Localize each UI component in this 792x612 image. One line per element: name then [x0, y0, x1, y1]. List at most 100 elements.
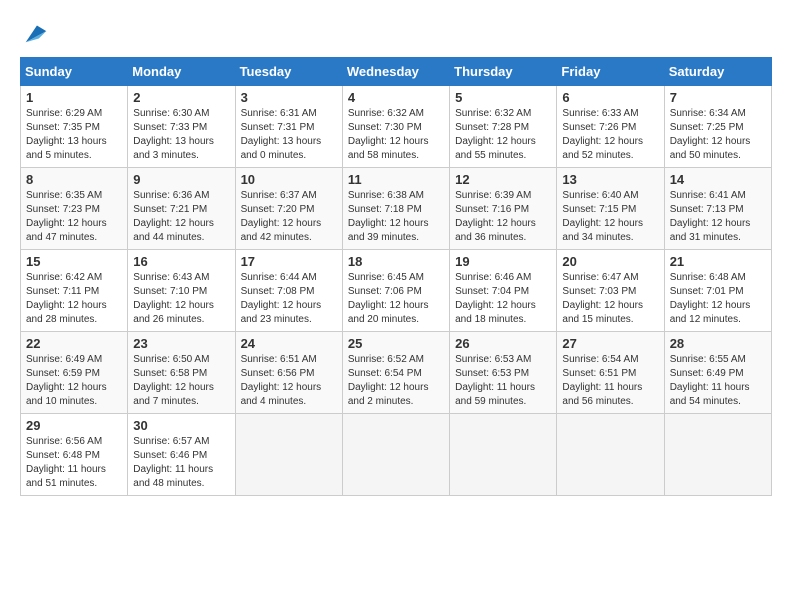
day-number: 5: [455, 90, 551, 105]
header: [20, 18, 772, 47]
day-info: Sunrise: 6:49 AM Sunset: 6:59 PM Dayligh…: [26, 353, 122, 409]
day-info: Sunrise: 6:46 AM Sunset: 7:04 PM Dayligh…: [455, 271, 551, 327]
day-cell: 21 Sunrise: 6:48 AM Sunset: 7:01 PM Dayli…: [664, 250, 771, 332]
day-cell: 25Sunrise: 6:52 AM Sunset: 6:54 PM Dayli…: [342, 332, 449, 414]
day-cell: 1 Sunrise: 6:29 AM Sunset: 7:35 PM Daylig…: [21, 86, 128, 168]
day-number: 21: [670, 254, 766, 269]
day-info: Sunrise: 6:50 AM Sunset: 6:58 PM Dayligh…: [133, 353, 229, 409]
day-cell: 3 Sunrise: 6:31 AM Sunset: 7:31 PM Daylig…: [235, 86, 342, 168]
day-cell: 24 Sunrise: 6:51 AM Sunset: 6:56 PM Dayli…: [235, 332, 342, 414]
weekday-header-friday: Friday: [557, 58, 664, 86]
day-cell: 23 Sunrise: 6:50 AM Sunset: 6:58 PM Dayli…: [128, 332, 235, 414]
day-cell: 20Sunrise: 6:47 AM Sunset: 7:03 PM Dayli…: [557, 250, 664, 332]
day-cell: 7 Sunrise: 6:34 AM Sunset: 7:25 PM Daylig…: [664, 86, 771, 168]
day-number: 25: [348, 336, 444, 351]
day-info: Sunrise: 6:36 AM Sunset: 7:21 PM Dayligh…: [133, 189, 229, 245]
day-cell: 30 Sunrise: 6:57 AM Sunset: 6:46 PM Dayli…: [128, 414, 235, 496]
day-cell: 4Sunrise: 6:32 AM Sunset: 7:30 PM Daylig…: [342, 86, 449, 168]
day-number: 17: [241, 254, 337, 269]
day-number: 19: [455, 254, 551, 269]
day-info: Sunrise: 6:32 AM Sunset: 7:28 PM Dayligh…: [455, 107, 551, 163]
day-number: 29: [26, 418, 122, 433]
day-info: Sunrise: 6:51 AM Sunset: 6:56 PM Dayligh…: [241, 353, 337, 409]
day-info: Sunrise: 6:33 AM Sunset: 7:26 PM Dayligh…: [562, 107, 658, 163]
day-info: Sunrise: 6:55 AM Sunset: 6:49 PM Dayligh…: [670, 353, 766, 409]
day-number: 16: [133, 254, 229, 269]
logo: [20, 18, 50, 47]
day-info: Sunrise: 6:45 AM Sunset: 7:06 PM Dayligh…: [348, 271, 444, 327]
day-number: 7: [670, 90, 766, 105]
day-cell: [235, 414, 342, 496]
day-cell: 8 Sunrise: 6:35 AM Sunset: 7:23 PM Daylig…: [21, 168, 128, 250]
logo-icon: [22, 18, 50, 46]
day-cell: 18 Sunrise: 6:45 AM Sunset: 7:06 PM Dayli…: [342, 250, 449, 332]
logo-text: [20, 18, 50, 51]
day-number: 13: [562, 172, 658, 187]
day-info: Sunrise: 6:29 AM Sunset: 7:35 PM Dayligh…: [26, 107, 122, 163]
day-number: 11: [348, 172, 444, 187]
day-info: Sunrise: 6:37 AM Sunset: 7:20 PM Dayligh…: [241, 189, 337, 245]
week-row-5: 29 Sunrise: 6:56 AM Sunset: 6:48 PM Dayli…: [21, 414, 772, 496]
day-cell: 17Sunrise: 6:44 AM Sunset: 7:08 PM Dayli…: [235, 250, 342, 332]
day-cell: 2 Sunrise: 6:30 AM Sunset: 7:33 PM Daylig…: [128, 86, 235, 168]
day-info: Sunrise: 6:56 AM Sunset: 6:48 PM Dayligh…: [26, 435, 122, 491]
day-number: 27: [562, 336, 658, 351]
page: SundayMondayTuesdayWednesdayThursdayFrid…: [0, 0, 792, 506]
day-number: 20: [562, 254, 658, 269]
day-info: Sunrise: 6:48 AM Sunset: 7:01 PM Dayligh…: [670, 271, 766, 327]
day-cell: 26Sunrise: 6:53 AM Sunset: 6:53 PM Dayli…: [450, 332, 557, 414]
day-number: 3: [241, 90, 337, 105]
day-number: 15: [26, 254, 122, 269]
day-info: Sunrise: 6:30 AM Sunset: 7:33 PM Dayligh…: [133, 107, 229, 163]
weekday-header-wednesday: Wednesday: [342, 58, 449, 86]
week-row-4: 22Sunrise: 6:49 AM Sunset: 6:59 PM Dayli…: [21, 332, 772, 414]
day-info: Sunrise: 6:35 AM Sunset: 7:23 PM Dayligh…: [26, 189, 122, 245]
day-number: 2: [133, 90, 229, 105]
day-cell: [664, 414, 771, 496]
weekday-header-sunday: Sunday: [21, 58, 128, 86]
day-cell: 19 Sunrise: 6:46 AM Sunset: 7:04 PM Dayli…: [450, 250, 557, 332]
day-number: 30: [133, 418, 229, 433]
weekday-header-thursday: Thursday: [450, 58, 557, 86]
day-cell: 16 Sunrise: 6:43 AM Sunset: 7:10 PM Dayli…: [128, 250, 235, 332]
day-cell: 14 Sunrise: 6:41 AM Sunset: 7:13 PM Dayli…: [664, 168, 771, 250]
weekday-header-saturday: Saturday: [664, 58, 771, 86]
day-cell: 28 Sunrise: 6:55 AM Sunset: 6:49 PM Dayli…: [664, 332, 771, 414]
day-cell: 9 Sunrise: 6:36 AM Sunset: 7:21 PM Daylig…: [128, 168, 235, 250]
week-row-1: 1 Sunrise: 6:29 AM Sunset: 7:35 PM Daylig…: [21, 86, 772, 168]
day-info: Sunrise: 6:40 AM Sunset: 7:15 PM Dayligh…: [562, 189, 658, 245]
day-number: 18: [348, 254, 444, 269]
day-cell: 10 Sunrise: 6:37 AM Sunset: 7:20 PM Dayli…: [235, 168, 342, 250]
day-info: Sunrise: 6:53 AM Sunset: 6:53 PM Dayligh…: [455, 353, 551, 409]
day-number: 6: [562, 90, 658, 105]
day-info: Sunrise: 6:31 AM Sunset: 7:31 PM Dayligh…: [241, 107, 337, 163]
header-row: SundayMondayTuesdayWednesdayThursdayFrid…: [21, 58, 772, 86]
day-info: Sunrise: 6:42 AM Sunset: 7:11 PM Dayligh…: [26, 271, 122, 327]
calendar-table: SundayMondayTuesdayWednesdayThursdayFrid…: [20, 57, 772, 496]
day-number: 9: [133, 172, 229, 187]
day-number: 10: [241, 172, 337, 187]
weekday-header-monday: Monday: [128, 58, 235, 86]
day-info: Sunrise: 6:34 AM Sunset: 7:25 PM Dayligh…: [670, 107, 766, 163]
week-row-2: 8 Sunrise: 6:35 AM Sunset: 7:23 PM Daylig…: [21, 168, 772, 250]
day-cell: 27 Sunrise: 6:54 AM Sunset: 6:51 PM Dayli…: [557, 332, 664, 414]
day-info: Sunrise: 6:43 AM Sunset: 7:10 PM Dayligh…: [133, 271, 229, 327]
day-info: Sunrise: 6:57 AM Sunset: 6:46 PM Dayligh…: [133, 435, 229, 491]
day-info: Sunrise: 6:54 AM Sunset: 6:51 PM Dayligh…: [562, 353, 658, 409]
day-cell: 15 Sunrise: 6:42 AM Sunset: 7:11 PM Dayli…: [21, 250, 128, 332]
day-info: Sunrise: 6:39 AM Sunset: 7:16 PM Dayligh…: [455, 189, 551, 245]
day-info: Sunrise: 6:41 AM Sunset: 7:13 PM Dayligh…: [670, 189, 766, 245]
day-number: 14: [670, 172, 766, 187]
day-cell: [450, 414, 557, 496]
day-cell: [557, 414, 664, 496]
day-number: 28: [670, 336, 766, 351]
day-number: 23: [133, 336, 229, 351]
week-row-3: 15 Sunrise: 6:42 AM Sunset: 7:11 PM Dayli…: [21, 250, 772, 332]
day-info: Sunrise: 6:32 AM Sunset: 7:30 PM Dayligh…: [348, 107, 444, 163]
day-number: 12: [455, 172, 551, 187]
day-number: 24: [241, 336, 337, 351]
day-number: 8: [26, 172, 122, 187]
day-cell: 22Sunrise: 6:49 AM Sunset: 6:59 PM Dayli…: [21, 332, 128, 414]
day-number: 1: [26, 90, 122, 105]
day-cell: 11Sunrise: 6:38 AM Sunset: 7:18 PM Dayli…: [342, 168, 449, 250]
